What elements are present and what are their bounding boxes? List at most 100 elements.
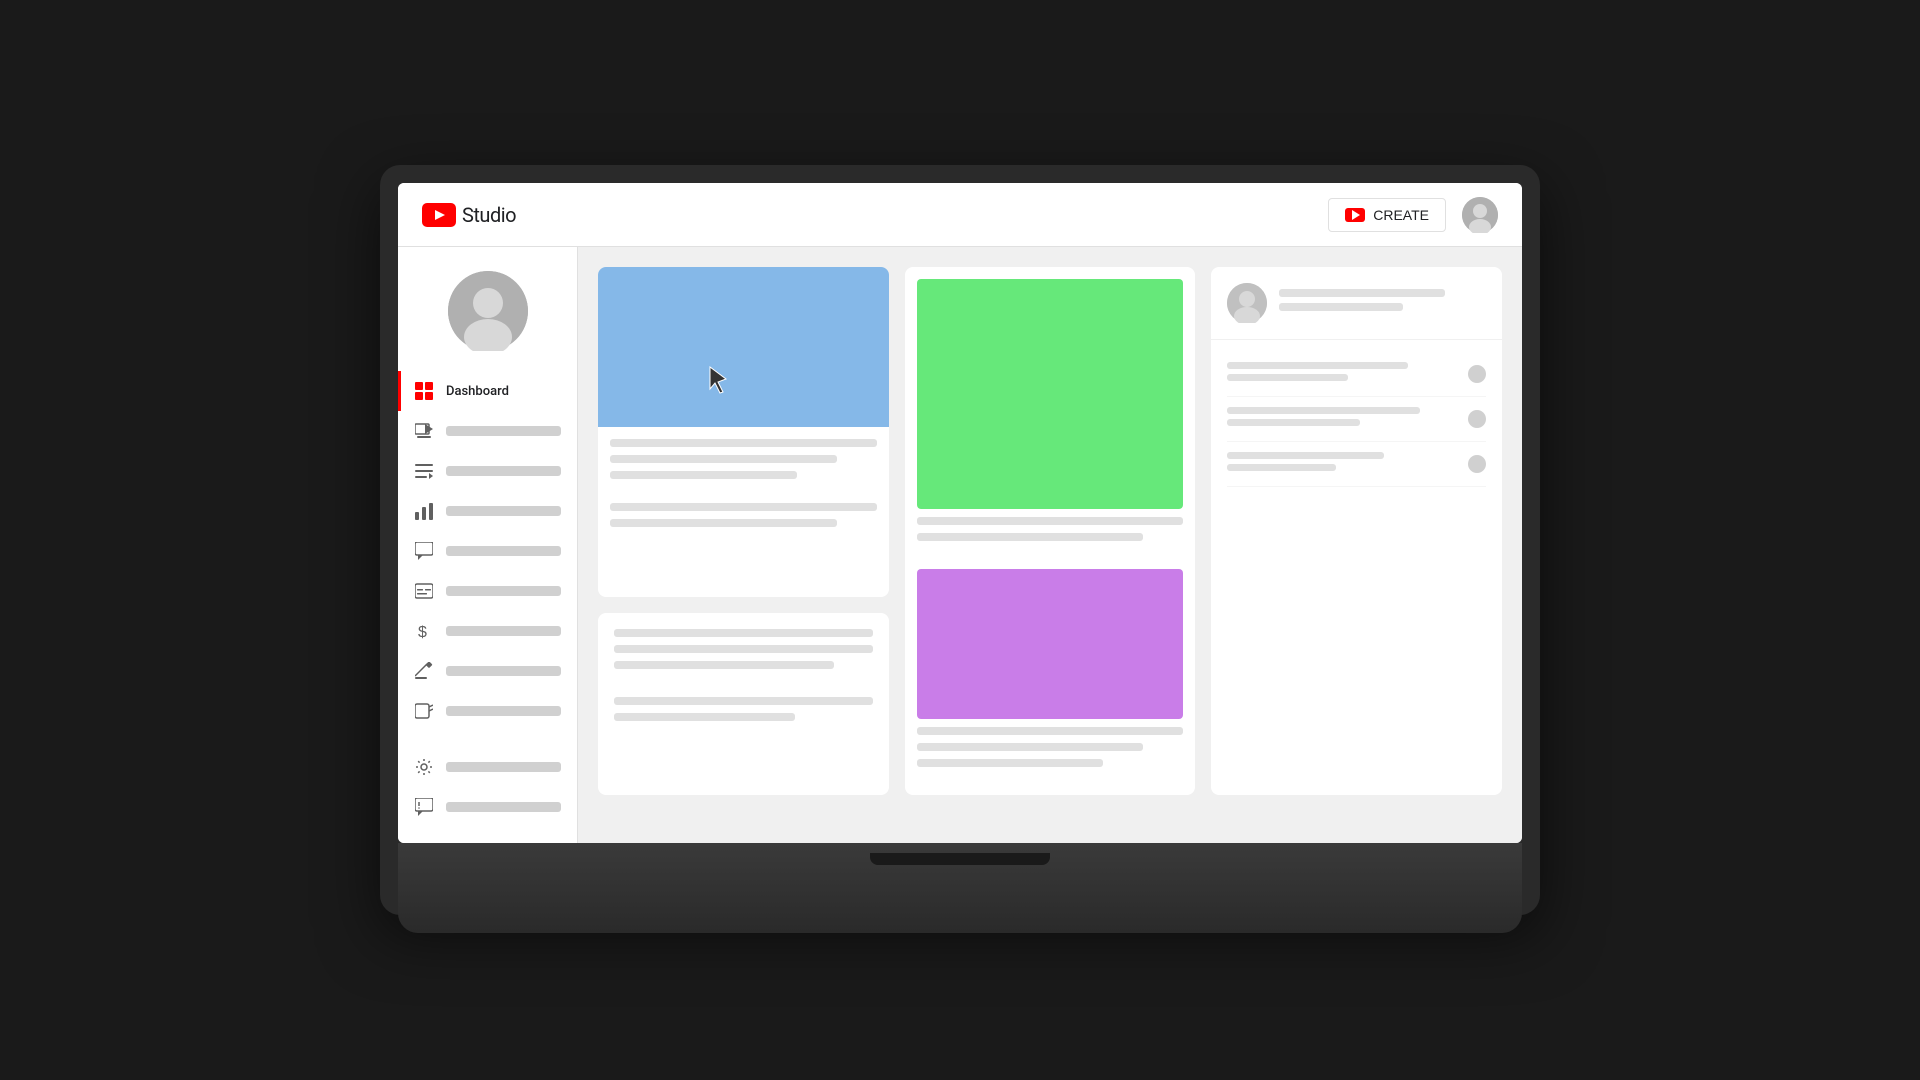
create-button[interactable]: CREATE: [1328, 198, 1446, 232]
create-button-label: CREATE: [1373, 207, 1429, 223]
content-label-placeholder: [446, 426, 561, 436]
card-line: [917, 727, 1184, 735]
sidebar-item-monetization[interactable]: $: [398, 611, 577, 651]
thumbnail-blue: [598, 267, 889, 427]
settings-icon: [414, 757, 434, 777]
card-line: [614, 697, 873, 705]
card-line: [917, 759, 1104, 767]
channel-sub-line: [1279, 303, 1403, 311]
stat-row-2: [1227, 397, 1486, 442]
laptop-screen: Studio CREATE: [398, 183, 1522, 843]
sidebar: Dashboard: [398, 247, 578, 843]
stat-line: [1227, 362, 1407, 369]
thumbnail-purple: [917, 569, 1184, 719]
sidebar-bottom: [398, 747, 577, 843]
card-line: [917, 533, 1144, 541]
laptop-notch: [870, 853, 1050, 865]
stat-1-lines: [1227, 362, 1468, 386]
card-4-body: [598, 613, 889, 745]
stat-line: [1227, 452, 1383, 459]
channel-avatar-large[interactable]: [448, 271, 528, 351]
channel-name-line: [1279, 289, 1444, 297]
channel-info: [1279, 289, 1486, 317]
sidebar-item-audio[interactable]: [398, 691, 577, 731]
sidebar-nav: Dashboard: [398, 371, 577, 731]
user-avatar[interactable]: [1462, 197, 1498, 233]
audio-label-placeholder: [446, 706, 561, 716]
monetization-icon: $: [414, 621, 434, 641]
svg-text:$: $: [418, 624, 427, 640]
sidebar-item-dashboard[interactable]: Dashboard: [398, 371, 577, 411]
card-line: [614, 645, 873, 653]
stat-2-lines: [1227, 407, 1468, 431]
studio-label: Studio: [462, 203, 516, 227]
audio-icon: [414, 701, 434, 721]
youtube-studio-logo: Studio: [422, 203, 516, 227]
channel-avatar-image: [1227, 283, 1267, 323]
card-line: [610, 471, 797, 479]
main-layout: Dashboard: [398, 247, 1522, 843]
card-line: [614, 629, 873, 637]
analytics-label-placeholder: [446, 506, 561, 516]
header-right: CREATE: [1328, 197, 1498, 233]
card-line: [610, 455, 837, 463]
stat-line: [1227, 464, 1335, 471]
subtitles-label-placeholder: [446, 586, 561, 596]
dashboard-icon: [414, 381, 434, 401]
card-line: [614, 661, 834, 669]
youtube-icon: [422, 203, 456, 227]
header-left: Studio: [422, 203, 516, 227]
feedback-label-placeholder: [446, 802, 561, 812]
video-card-4[interactable]: [598, 613, 889, 795]
card-line: [610, 503, 877, 511]
channel-small-avatar: [1227, 283, 1267, 323]
monetization-label-placeholder: [446, 626, 561, 636]
analytics-icon: [414, 501, 434, 521]
channel-header: [1211, 267, 1502, 340]
content-area: [578, 247, 1522, 843]
stat-line: [1227, 419, 1359, 426]
video-card-1[interactable]: [598, 267, 889, 597]
sidebar-item-analytics[interactable]: [398, 491, 577, 531]
channel-stats: [1211, 340, 1502, 499]
stat-row-1: [1227, 352, 1486, 397]
stat-row-3: [1227, 442, 1486, 487]
sidebar-avatar-section: [398, 255, 577, 371]
create-button-icon: [1345, 208, 1365, 222]
comments-label-placeholder: [446, 546, 561, 556]
sidebar-item-playlists[interactable]: [398, 451, 577, 491]
stat-line: [1227, 407, 1420, 414]
laptop-base: [398, 843, 1522, 933]
channel-avatar-icon: [448, 271, 528, 351]
content-icon: [414, 421, 434, 441]
stat-3-lines: [1227, 452, 1468, 476]
sidebar-item-feedback[interactable]: [398, 787, 577, 827]
settings-label-placeholder: [446, 762, 561, 772]
playlists-icon: [414, 461, 434, 481]
subtitles-icon: [414, 581, 434, 601]
sidebar-item-subtitles[interactable]: [398, 571, 577, 611]
card-line: [917, 517, 1184, 525]
card-line: [610, 439, 877, 447]
thumbnail-green: [917, 279, 1184, 509]
stat-circle-3: [1468, 455, 1486, 473]
channel-info-card[interactable]: [1211, 267, 1502, 795]
sidebar-item-customization[interactable]: [398, 651, 577, 691]
card-line: [614, 713, 795, 721]
app-container: Studio CREATE: [398, 183, 1522, 843]
video-card-2[interactable]: [905, 267, 1196, 795]
customization-icon: [414, 661, 434, 681]
header: Studio CREATE: [398, 183, 1522, 247]
stat-line: [1227, 374, 1347, 381]
card-1-body: [598, 427, 889, 547]
avatar-icon: [1462, 197, 1498, 233]
stat-circle-1: [1468, 365, 1486, 383]
comments-icon: [414, 541, 434, 561]
playlists-label-placeholder: [446, 466, 561, 476]
sidebar-item-comments[interactable]: [398, 531, 577, 571]
customization-label-placeholder: [446, 666, 561, 676]
sidebar-item-settings[interactable]: [398, 747, 577, 787]
stat-circle-2: [1468, 410, 1486, 428]
card-line: [610, 519, 837, 527]
sidebar-item-content[interactable]: [398, 411, 577, 451]
